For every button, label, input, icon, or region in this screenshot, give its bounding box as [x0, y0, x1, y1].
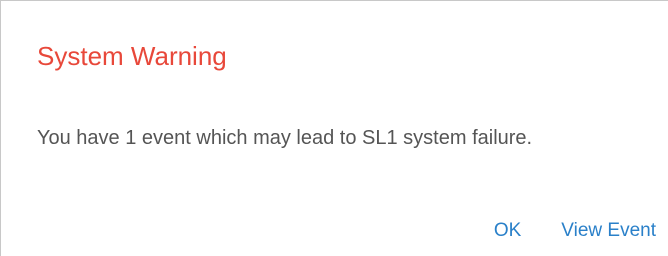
- ok-button[interactable]: OK: [494, 214, 521, 248]
- system-warning-dialog: System Warning You have 1 event which ma…: [0, 0, 668, 256]
- dialog-message: You have 1 event which may lead to SL1 s…: [37, 127, 533, 149]
- dialog-title: System Warning: [37, 41, 227, 71]
- view-event-button[interactable]: View Event: [561, 214, 656, 248]
- dialog-actions: OK View Event: [494, 214, 656, 248]
